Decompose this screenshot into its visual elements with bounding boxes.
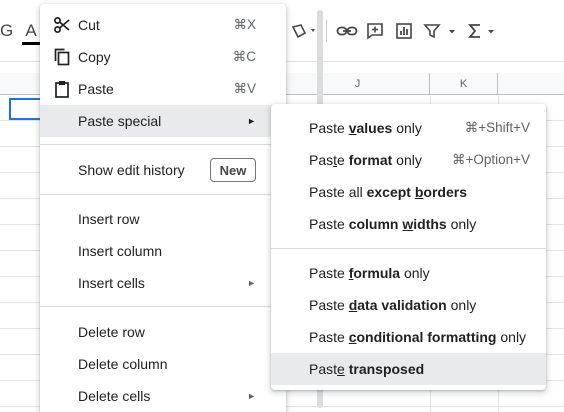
submenu-item-paste-all-except-borders[interactable]: Paste all except borders: [271, 176, 546, 208]
submenu-arrow-icon: ►: [247, 116, 256, 126]
submenu-item-paste-formula-only[interactable]: Paste formula only: [271, 257, 546, 289]
filter-icon[interactable]: [423, 18, 459, 44]
paste-special-submenu: Paste values only ⌘+Shift+V Paste format…: [271, 104, 546, 390]
menu-item-insert-column[interactable]: Insert column: [40, 235, 286, 267]
submenu-divider: [271, 248, 546, 249]
menu-item-insert-cells[interactable]: Insert cells ►: [40, 267, 286, 299]
link-icon[interactable]: [336, 18, 358, 44]
menu-item-label: Delete column: [78, 356, 168, 372]
menu-divider: [40, 144, 286, 145]
column-header-j[interactable]: J: [286, 73, 430, 95]
menu-item-label: Paste: [78, 81, 114, 97]
submenu-item-label: Paste formula only: [309, 265, 430, 281]
text-color-bar: [22, 42, 40, 45]
submenu-item-label: Paste data validation only: [309, 297, 477, 313]
menu-item-label: Cut: [78, 17, 100, 33]
scissors-icon: [52, 15, 72, 35]
context-menu: Cut ⌘X Copy ⌘C Paste ⌘V Paste special ► …: [40, 4, 323, 412]
submenu-item-paste-transposed[interactable]: Paste transposed: [271, 353, 546, 385]
column-header-k[interactable]: K: [430, 73, 498, 95]
submenu-arrow-icon: ►: [247, 278, 256, 288]
menu-item-paste[interactable]: Paste ⌘V: [40, 73, 286, 105]
insert-chart-icon[interactable]: [394, 18, 414, 44]
submenu-item-label: Paste column widths only: [309, 216, 477, 232]
submenu-item-paste-format-only[interactable]: Paste format only ⌘+Option+V: [271, 144, 546, 176]
submenu-item-label: Paste all except borders: [309, 184, 467, 200]
submenu-arrow-icon: ►: [247, 391, 256, 401]
menu-item-delete-cells[interactable]: Delete cells ►: [40, 380, 286, 412]
copy-icon: [52, 47, 72, 67]
menu-item-shortcut: ⌘V: [233, 81, 256, 96]
menu-item-show-edit-history[interactable]: Show edit history New: [40, 154, 286, 186]
submenu-item-shortcut: ⌘+Option+V: [451, 152, 530, 167]
menu-item-cut[interactable]: Cut ⌘X: [40, 9, 286, 41]
menu-item-label: Delete cells: [78, 388, 151, 404]
menu-item-label: Show edit history: [78, 162, 185, 178]
menu-item-paste-special[interactable]: Paste special ►: [40, 105, 286, 137]
insert-comment-icon[interactable]: [365, 18, 385, 44]
menu-item-shortcut: ⌘X: [233, 17, 256, 32]
menu-item-insert-row[interactable]: Insert row: [40, 203, 286, 235]
menu-item-delete-row[interactable]: Delete row: [40, 316, 286, 348]
toolbar-partial-g: G: [0, 21, 14, 40]
toolbar-separator: [326, 20, 327, 42]
menu-item-label: Insert column: [78, 243, 163, 259]
menu-item-label: Insert row: [78, 211, 140, 227]
submenu-item-label: Paste transposed: [309, 361, 425, 377]
selected-cell[interactable]: [9, 98, 43, 120]
clipboard-icon: [52, 79, 72, 99]
submenu-item-shortcut: ⌘+Shift+V: [464, 120, 530, 135]
submenu-item-label: Paste values only: [309, 120, 422, 136]
submenu-item-paste-conditional-formatting-only[interactable]: Paste conditional formatting only: [271, 321, 546, 353]
submenu-item-paste-values-only[interactable]: Paste values only ⌘+Shift+V: [271, 112, 546, 144]
text-color-glyph: A: [25, 21, 37, 40]
menu-item-copy[interactable]: Copy ⌘C: [40, 41, 286, 73]
submenu-item-label: Paste conditional formatting only: [309, 329, 527, 345]
new-badge: New: [210, 158, 256, 182]
submenu-item-paste-data-validation-only[interactable]: Paste data validation only: [271, 289, 546, 321]
menu-item-label: Insert cells: [78, 275, 145, 291]
functions-icon[interactable]: [468, 18, 500, 44]
menu-divider: [40, 194, 286, 195]
submenu-item-paste-column-widths-only[interactable]: Paste column widths only: [271, 208, 546, 240]
menu-item-delete-column[interactable]: Delete column: [40, 348, 286, 380]
menu-item-label: Paste special: [78, 113, 162, 129]
submenu-item-label: Paste format only: [309, 152, 422, 168]
menu-divider: [40, 306, 286, 307]
fill-color-icon[interactable]: [290, 18, 320, 44]
menu-item-label: Delete row: [78, 324, 145, 340]
text-color-icon[interactable]: A: [20, 18, 42, 45]
menu-item-shortcut: ⌘C: [232, 49, 256, 64]
menu-item-label: Copy: [78, 49, 111, 65]
